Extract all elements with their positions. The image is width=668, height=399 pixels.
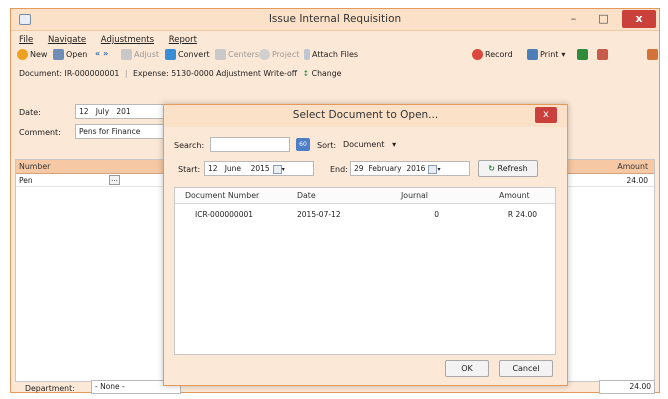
dialog-title: Select Document to Open... <box>292 109 439 121</box>
refresh-button[interactable]: ↻ Refresh <box>478 160 538 177</box>
adjust-button[interactable]: Adjust <box>121 49 159 60</box>
cell-document-number: ICR-000000001 <box>195 210 254 219</box>
project-icon <box>259 49 270 60</box>
column-number[interactable]: Number <box>19 162 50 171</box>
paperclip-icon <box>304 49 310 60</box>
change-icon: ↕ <box>302 69 310 78</box>
previous-icon[interactable]: « <box>95 49 100 58</box>
binoculars-icon <box>53 49 64 60</box>
calendar-icon[interactable] <box>272 164 282 174</box>
users-icon <box>597 49 608 60</box>
new-button[interactable]: New <box>17 49 47 60</box>
change-link[interactable]: Change <box>312 69 342 78</box>
sort-label: Sort: <box>317 141 337 150</box>
attach-files-button[interactable]: Attach Files <box>304 49 358 60</box>
total-amount: 24.00 <box>599 380 655 394</box>
expense-account: 5130-0000 Adjustment Write-off <box>171 69 298 78</box>
menu-report[interactable]: Report <box>169 35 197 45</box>
print-button[interactable]: Print ▾ <box>527 49 565 60</box>
chevron-down-icon[interactable]: ▾ <box>561 50 565 59</box>
end-label: End: <box>330 165 348 174</box>
close-button[interactable]: x <box>622 10 656 28</box>
date-field[interactable]: 12 July 201 <box>75 104 165 119</box>
row-amount: 24.00 <box>626 176 648 185</box>
centers-button[interactable]: Centers <box>215 49 259 60</box>
document-info-line: Document: IR-000000001 | Expense: 5130-0… <box>19 69 342 78</box>
toolbar: New Open «» Adjust Convert Centers Proje… <box>17 49 660 65</box>
cell-journal: 0 <box>434 210 439 219</box>
table-row[interactable]: ICR-000000001 2015-07-12 0 R 24.00 <box>175 208 555 221</box>
project-button[interactable]: Project <box>259 49 299 60</box>
sort-select[interactable]: Document ▾ <box>339 137 409 152</box>
excel-icon <box>577 49 588 60</box>
end-date-field[interactable]: 29 February 2016 ▾ <box>350 161 470 176</box>
cancel-button[interactable]: Cancel <box>499 360 553 377</box>
search-label: Search: <box>174 141 205 150</box>
column-document-number[interactable]: Document Number <box>185 191 259 200</box>
row-number: Pen <box>19 176 33 185</box>
users-button[interactable] <box>597 49 610 60</box>
adjust-icon <box>121 49 132 60</box>
search-go-button[interactable]: 60 <box>296 138 310 151</box>
refresh-icon: ↻ <box>488 164 495 173</box>
dropdown-arrow-icon: ▾ <box>392 140 397 149</box>
start-label: Start: <box>178 165 201 174</box>
convert-button[interactable]: Convert <box>165 49 210 60</box>
date-label: Date: <box>19 108 41 117</box>
chevron-down-icon: ▾ <box>437 166 441 173</box>
documents-table: Document Number Date Journal Amount ICR-… <box>174 187 556 355</box>
comment-field[interactable]: Pens for Finance <box>75 124 165 139</box>
nav-arrows[interactable]: «» <box>95 49 108 58</box>
menu-bar: File Navigate Adjustments Report <box>19 35 209 45</box>
lookup-button[interactable]: ... <box>109 175 120 185</box>
documents-table-header: Document Number Date Journal Amount <box>175 188 555 204</box>
document-number: IR-000000001 <box>64 69 120 78</box>
menu-file[interactable]: File <box>19 35 33 45</box>
calendar-icon <box>647 49 658 60</box>
centers-icon <box>215 49 226 60</box>
column-journal[interactable]: Journal <box>401 191 428 200</box>
expense-label: Expense: <box>133 69 169 78</box>
comment-label: Comment: <box>19 128 61 137</box>
start-date-field[interactable]: 12 June 2015 ▾ <box>204 161 314 176</box>
maximize-button[interactable]: □ <box>590 10 617 28</box>
cell-date: 2015-07-12 <box>297 210 341 219</box>
column-date[interactable]: Date <box>297 191 316 200</box>
cell-amount: R 24.00 <box>507 210 537 219</box>
record-icon <box>472 49 483 60</box>
record-button[interactable]: Record <box>472 49 513 60</box>
column-amount[interactable]: Amount <box>617 162 648 171</box>
menu-navigate[interactable]: Navigate <box>48 35 86 45</box>
menu-adjustments[interactable]: Adjustments <box>101 35 154 45</box>
new-icon <box>17 49 28 60</box>
open-button[interactable]: Open <box>53 49 87 60</box>
dialog-titlebar: Select Document to Open... x <box>164 105 567 127</box>
dialog-close-button[interactable]: x <box>535 107 557 123</box>
next-icon[interactable]: » <box>103 49 108 58</box>
department-label: Department: <box>25 384 75 393</box>
printer-icon <box>527 49 538 60</box>
export-excel-button[interactable] <box>577 49 590 60</box>
convert-icon <box>165 49 176 60</box>
minimize-button[interactable]: – <box>560 10 587 28</box>
calendar-button[interactable] <box>647 49 660 60</box>
document-label: Document: <box>19 69 63 78</box>
search-input[interactable] <box>210 137 290 152</box>
chevron-down-icon: ▾ <box>281 166 285 173</box>
ok-button[interactable]: OK <box>445 360 489 377</box>
main-titlebar: Issue Internal Requisition – □ x <box>11 9 659 31</box>
column-amount[interactable]: Amount <box>499 191 530 200</box>
select-document-dialog: Select Document to Open... x Search: 60 … <box>163 104 568 386</box>
